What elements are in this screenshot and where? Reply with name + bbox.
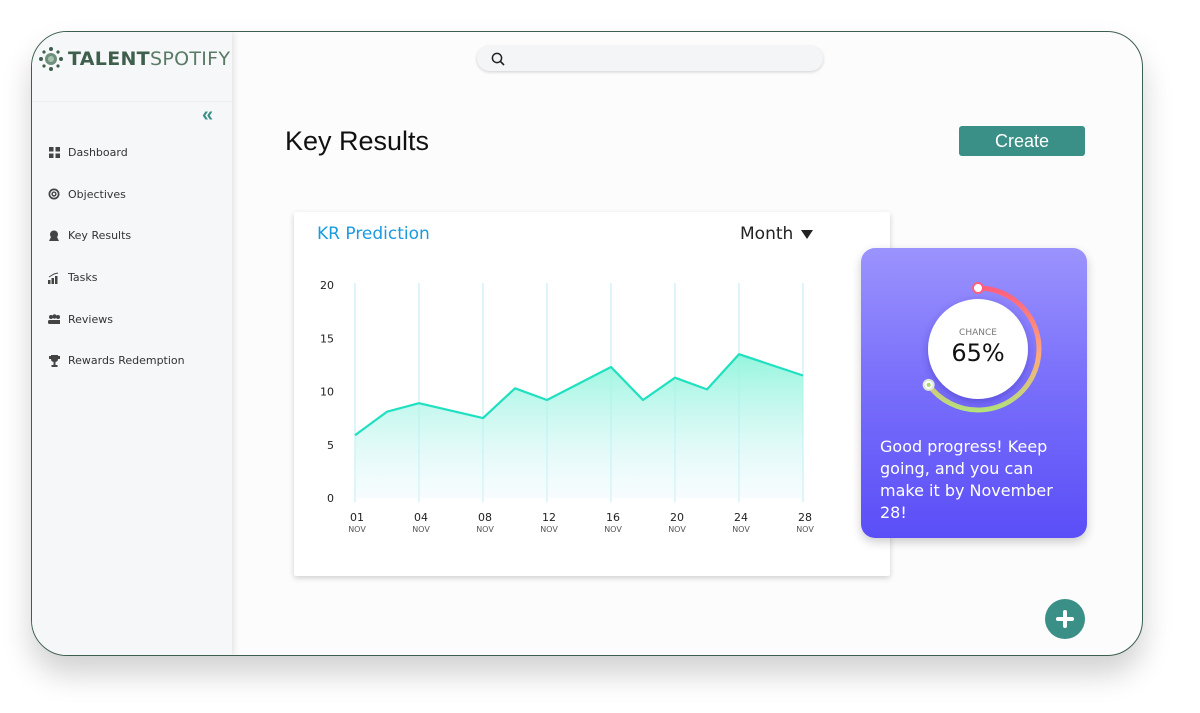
sidebar-item-key-results[interactable]: Key Results (48, 215, 185, 257)
logo: TALENTSPOTIFY (38, 46, 230, 72)
app-window: TALENTSPOTIFY « Dashboard Objectives Key… (31, 31, 1143, 656)
sidebar-item-tasks[interactable]: Tasks (48, 257, 185, 299)
create-button[interactable]: Create (959, 126, 1085, 156)
add-button[interactable] (1045, 599, 1085, 639)
sidebar-item-dashboard[interactable]: Dashboard (48, 132, 185, 174)
sidebar-item-rewards-redemption[interactable]: Rewards Redemption (48, 340, 185, 382)
grid-icon (48, 147, 60, 159)
caret-down-icon (801, 229, 814, 239)
sidebar-nav: Dashboard Objectives Key Results Tasks R… (48, 132, 185, 382)
page-title: Key Results (285, 126, 430, 156)
sidebar-item-label: Key Results (68, 229, 132, 243)
search-bar[interactable] (477, 46, 823, 71)
logo-icon (39, 47, 63, 71)
sidebar-item-label: Rewards Redemption (68, 354, 185, 368)
sidebar-divider (32, 101, 232, 102)
chance-gauge: CHANCE 65% (922, 282, 1042, 413)
sidebar-item-label: Reviews (68, 312, 113, 326)
period-dropdown-label: Month (740, 224, 794, 244)
x-tick-day: 12 (542, 511, 556, 524)
double-chevron-left-icon[interactable]: « (202, 104, 213, 127)
chance-value: 65% (951, 339, 1004, 367)
gauge-end-dot (926, 382, 931, 387)
kr-prediction-card: 0 5 10 15 20 01 NOV 04 NOV 08 NOV 12 NOV 16 NOV 20 NOV 2… (294, 212, 890, 576)
x-tick-day: 24 (734, 511, 748, 524)
y-tick-label: 20 (320, 279, 334, 292)
x-tick-month: NOV (476, 525, 494, 534)
group-icon (48, 313, 60, 325)
x-tick-month: NOV (732, 525, 750, 534)
y-tick-label: 10 (320, 386, 334, 399)
search-input[interactable] (513, 49, 807, 70)
series-area (355, 354, 803, 498)
x-tick-day: 08 (478, 511, 492, 524)
x-tick-month: NOV (604, 525, 622, 534)
sidebar: TALENTSPOTIFY « Dashboard Objectives Key… (32, 32, 232, 655)
trophy-icon (48, 354, 60, 367)
search-icon (491, 52, 505, 66)
y-tick-label: 15 (320, 332, 334, 345)
x-tick-month: NOV (348, 525, 366, 534)
sidebar-item-reviews[interactable]: Reviews (48, 298, 185, 340)
x-tick-day: 28 (798, 511, 812, 524)
sidebar-item-label: Dashboard (68, 146, 128, 160)
card-title: KR Prediction (317, 224, 430, 244)
x-tick-day: 01 (350, 511, 364, 524)
gauge-start-handle (972, 282, 984, 294)
x-tick-month: NOV (412, 525, 430, 534)
sidebar-item-label: Objectives (68, 187, 126, 201)
logo-text-light: SPOTIFY (149, 48, 231, 70)
logo-text-bold: TALENT (68, 48, 150, 70)
x-tick-month: NOV (668, 525, 686, 534)
bar-chart-icon (48, 272, 60, 284)
y-tick-label: 0 (327, 492, 334, 505)
y-tick-label: 5 (327, 439, 334, 452)
user-badge-icon (48, 230, 60, 242)
x-tick-day: 04 (414, 511, 428, 524)
chance-label: CHANCE (959, 328, 997, 338)
x-tick-day: 16 (606, 511, 620, 524)
x-tick-day: 20 (670, 511, 684, 524)
sidebar-item-label: Tasks (68, 271, 98, 285)
prediction-message: Good progress! Keep going, and you can m… (880, 437, 1053, 522)
x-tick-month: NOV (796, 525, 814, 534)
target-icon (48, 188, 60, 200)
period-dropdown[interactable]: Month (740, 224, 814, 244)
kr-prediction-chart: 05101520 01NOV04NOV08NOV12NOV16NOV20NOV2… (320, 279, 814, 534)
sidebar-item-objectives[interactable]: Objectives (48, 174, 185, 216)
x-tick-month: NOV (540, 525, 558, 534)
prediction-card: CHANCE 65% Good progress! Keep going, an… (861, 248, 1087, 538)
